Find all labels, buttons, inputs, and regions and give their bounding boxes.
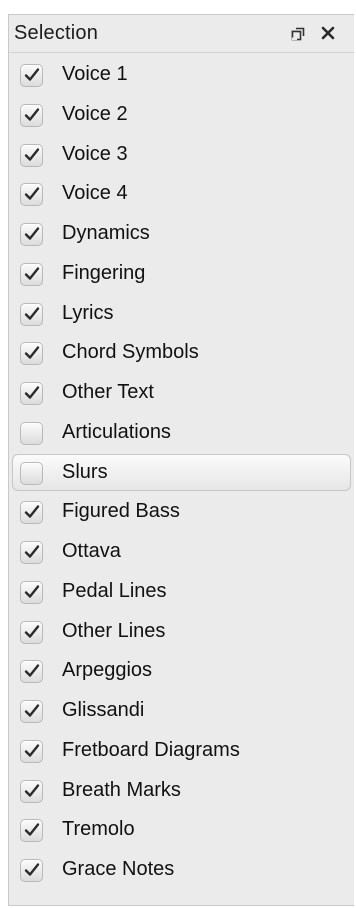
selection-panel: Selection Voice 1 Voice 2 Voice 3 Voice 4 Dy…: [8, 14, 354, 906]
close-icon[interactable]: [320, 25, 336, 41]
filter-item-label: Voice 3: [62, 142, 128, 165]
checkmark-icon: [24, 306, 40, 320]
filter-item[interactable]: Articulations: [9, 413, 355, 453]
checkmark-icon: [24, 585, 40, 598]
float-panel-icon[interactable]: [291, 27, 305, 41]
filter-item-label: Lyrics: [62, 301, 114, 324]
filter-item[interactable]: Fingering: [9, 254, 355, 294]
filter-item[interactable]: Chord Symbols: [9, 333, 355, 373]
checkmark-icon: [24, 346, 40, 359]
filter-item[interactable]: Voice 1: [9, 55, 355, 95]
selection-filter-list: Voice 1 Voice 2 Voice 3 Voice 4 Dynamics Fing…: [9, 55, 355, 890]
checkbox[interactable]: [20, 819, 43, 843]
checkbox[interactable]: [20, 580, 43, 604]
checkmark-icon: [24, 147, 40, 161]
filter-item[interactable]: Dynamics: [9, 214, 355, 254]
checkbox[interactable]: [20, 223, 43, 246]
checkmark-icon: [24, 863, 40, 876]
checkbox[interactable]: [20, 143, 43, 167]
checkbox[interactable]: [20, 541, 43, 564]
filter-item-label: Voice 2: [62, 102, 128, 125]
filter-item[interactable]: Fretboard Diagrams: [9, 731, 355, 771]
filter-item-label: Other Text: [62, 381, 154, 403]
checkbox[interactable]: [20, 302, 43, 326]
filter-item-label: Pedal Lines: [62, 579, 167, 602]
checkmark-icon: [24, 624, 40, 638]
checkbox[interactable]: [20, 421, 43, 445]
checkbox[interactable]: [20, 700, 43, 723]
checkmark-icon: [24, 823, 40, 836]
checkmark-icon: [24, 227, 40, 240]
checkbox[interactable]: [20, 64, 43, 87]
checkmark-icon: [24, 664, 40, 677]
checkmark-icon: [24, 386, 40, 399]
filter-item[interactable]: Voice 2: [9, 95, 355, 135]
filter-item[interactable]: Slurs: [9, 453, 355, 493]
checkmark-icon: [24, 108, 40, 121]
filter-item[interactable]: Grace Notes: [9, 850, 355, 890]
filter-item[interactable]: Pedal Lines: [9, 572, 355, 612]
checkbox[interactable]: [20, 501, 43, 525]
checkmark-icon: [24, 783, 40, 797]
checkmark-icon: [24, 545, 40, 558]
filter-item[interactable]: Ottava: [9, 532, 355, 572]
checkbox[interactable]: [20, 382, 43, 405]
filter-item-label: Voice 1: [62, 63, 128, 85]
filter-item-label: Fretboard Diagrams: [62, 738, 240, 761]
filter-item-label: Other Lines: [62, 619, 166, 642]
filter-item[interactable]: Other Lines: [9, 612, 355, 652]
checkbox[interactable]: [20, 342, 43, 366]
filter-item-label: Ottava: [62, 540, 121, 562]
filter-item-label: Breath Marks: [62, 778, 181, 801]
panel-titlebar: Selection: [9, 15, 354, 53]
filter-item[interactable]: Voice 3: [9, 135, 355, 175]
checkmark-icon: [24, 704, 40, 717]
checkbox[interactable]: [20, 262, 43, 286]
filter-item[interactable]: Figured Bass: [9, 492, 355, 532]
checkmark-icon: [24, 68, 40, 81]
filter-item-label: Fingering: [62, 261, 146, 284]
checkbox[interactable]: [20, 461, 43, 485]
filter-item-label: Grace Notes: [62, 858, 175, 880]
filter-item-label: Tremolo: [62, 818, 135, 841]
checkmark-icon: [24, 187, 40, 200]
filter-item-label: Articulations: [62, 420, 171, 443]
filter-item-label: Slurs: [62, 460, 108, 483]
filter-item-label: Chord Symbols: [62, 341, 199, 364]
checkmark-icon: [24, 744, 40, 757]
checkbox[interactable]: [20, 620, 43, 644]
filter-item-label: Figured Bass: [62, 500, 180, 523]
checkbox[interactable]: [20, 660, 43, 684]
checkbox[interactable]: [20, 779, 43, 803]
filter-item-label: Arpeggios: [62, 659, 153, 682]
checkmark-icon: [24, 267, 40, 280]
filter-item[interactable]: Glissandi: [9, 691, 355, 731]
filter-item[interactable]: Lyrics: [9, 294, 355, 334]
panel-title: Selection: [14, 22, 99, 44]
filter-item[interactable]: Tremolo: [9, 810, 355, 850]
filter-item-label: Dynamics: [62, 222, 150, 244]
filter-item[interactable]: Breath Marks: [9, 771, 355, 811]
checkmark-icon: [24, 505, 40, 518]
filter-item-label: Voice 4: [62, 182, 128, 205]
filter-item-label: Glissandi: [62, 699, 145, 721]
checkbox[interactable]: [20, 103, 43, 127]
filter-item[interactable]: Voice 4: [9, 174, 355, 214]
filter-item[interactable]: Arpeggios: [9, 651, 355, 691]
checkbox[interactable]: [20, 859, 43, 882]
checkbox[interactable]: [20, 739, 43, 763]
checkbox[interactable]: [20, 183, 43, 207]
filter-item[interactable]: Other Text: [9, 373, 355, 413]
